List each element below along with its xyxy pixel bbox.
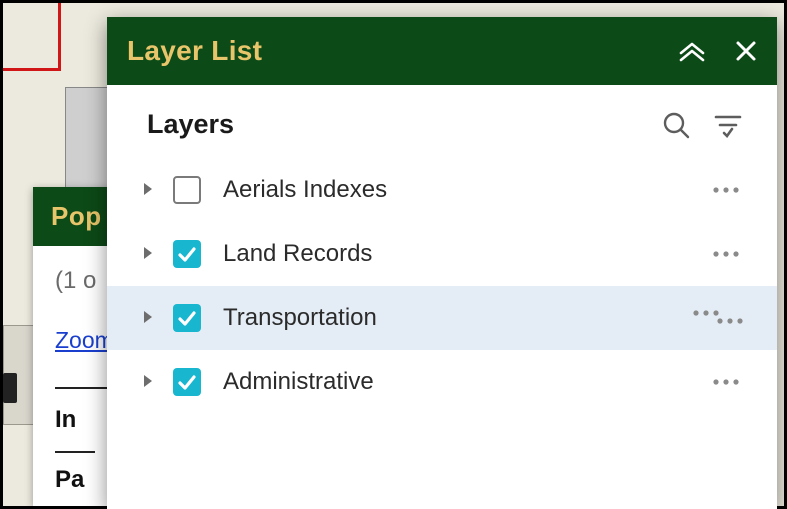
map-artifact [3,68,61,71]
more-horizontal-icon[interactable] [711,249,745,259]
layer-row[interactable]: Aerials Indexes [107,158,777,222]
layer-list-header: Layer List [107,17,777,85]
caret-right-icon[interactable] [143,374,157,391]
caret-right-icon[interactable] [143,182,157,199]
layer-label: Administrative [217,368,695,396]
visibility-checkbox[interactable] [173,368,201,396]
app-frame: Pop (1 o Zoom to In Pa Layer List [0,0,787,509]
more-horizontal-icon[interactable] [691,309,745,327]
divider [55,451,95,453]
filter-list-icon[interactable] [713,110,743,140]
more-horizontal-icon[interactable] [711,377,745,387]
layer-label: Land Records [217,240,695,268]
visibility-checkbox[interactable] [173,176,201,204]
layer-list-tools [661,110,743,140]
layer-row[interactable]: Land Records [107,222,777,286]
layers-subtitle: Layers [147,109,234,140]
caret-right-icon[interactable] [143,246,157,263]
search-icon[interactable] [661,110,691,140]
map-artifact [58,3,61,71]
caret-right-icon[interactable] [143,310,157,327]
collapse-up-icon[interactable] [677,40,707,62]
more-horizontal-icon[interactable] [711,185,745,195]
layer-label: Aerials Indexes [217,176,695,204]
close-icon[interactable] [735,40,757,62]
map-artifact [3,373,17,403]
visibility-checkbox[interactable] [173,240,201,268]
header-actions [677,40,757,62]
layer-list-subheader: Layers [107,85,777,158]
layer-list-title: Layer List [127,35,262,67]
layer-row[interactable]: Transportation [107,286,777,350]
layer-row[interactable]: Administrative [107,350,777,414]
layer-list-widget: Layer List Layers [107,17,777,509]
visibility-checkbox[interactable] [173,304,201,332]
layer-label: Transportation [217,304,675,332]
layer-list: Aerials Indexes Land Records Transportatio… [107,158,777,509]
